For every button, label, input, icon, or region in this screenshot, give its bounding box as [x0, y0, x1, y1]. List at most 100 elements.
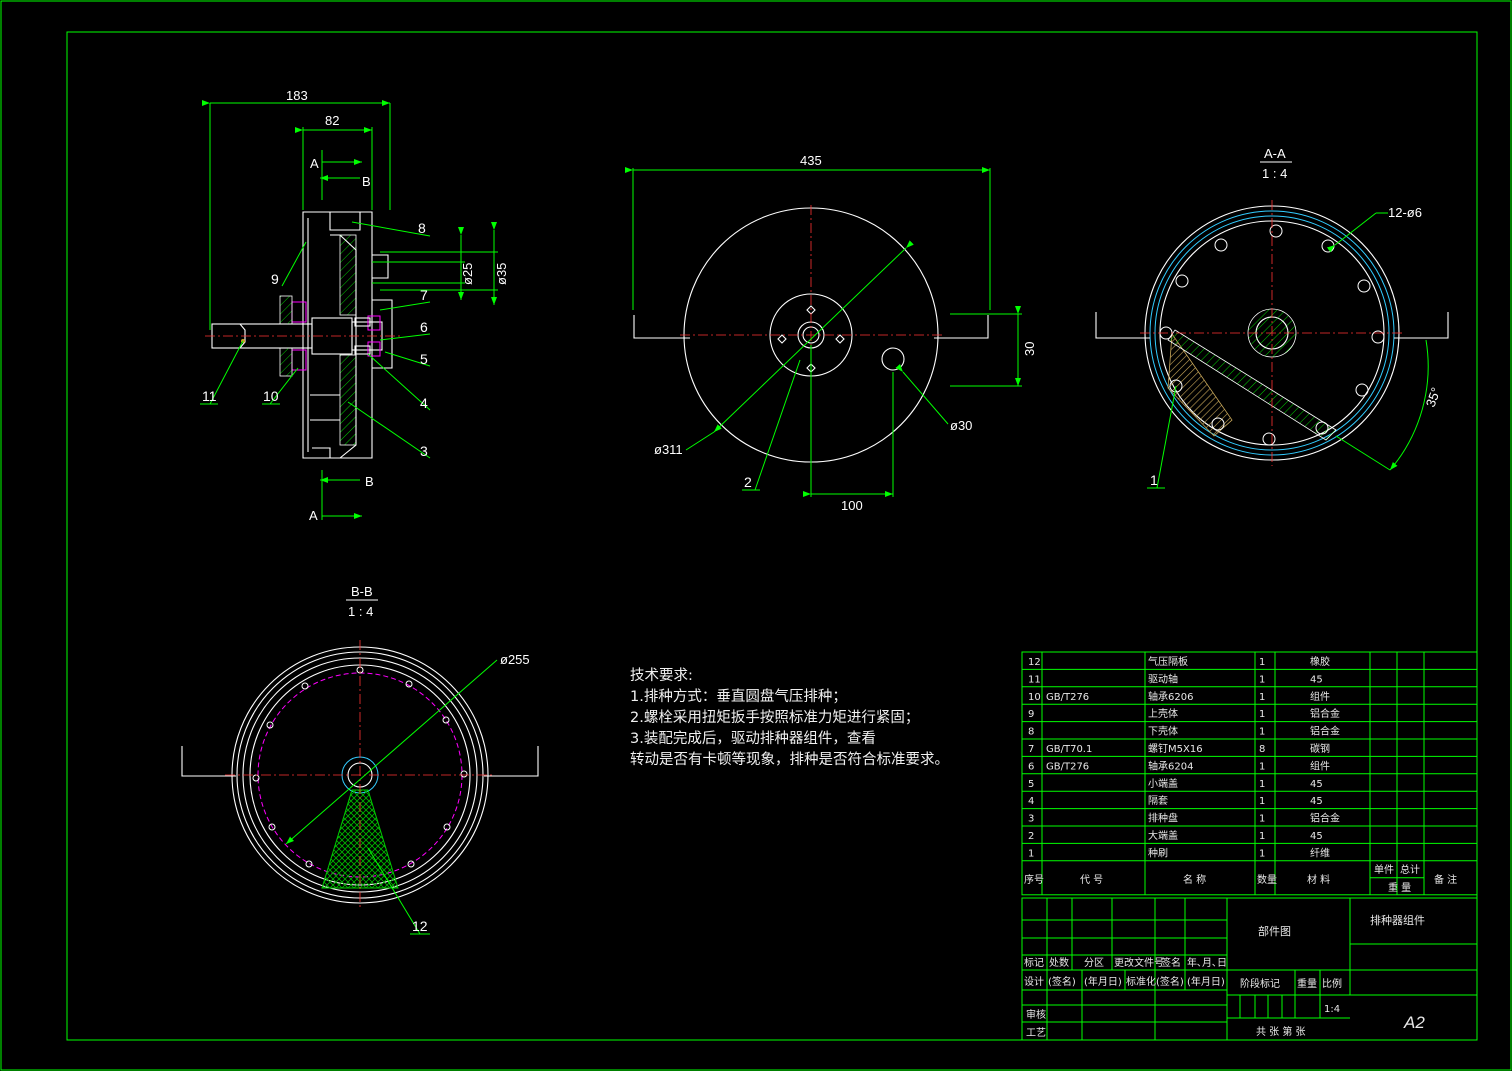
tb-sign1: (签名): [1048, 975, 1076, 988]
tech-heading: 技术要求:: [630, 668, 693, 684]
balloon-6: 6: [420, 319, 428, 335]
tb-date1: (年月日): [1084, 975, 1122, 988]
dim-d311: ø311: [654, 442, 683, 457]
balloon-11: 11: [202, 388, 217, 404]
bom-material: 45: [1310, 674, 1323, 685]
bom-material: 铝合金: [1310, 707, 1340, 720]
tb-date2: (年月日): [1187, 975, 1225, 988]
balloon-3: 3: [420, 443, 428, 459]
bom-name: 气压隔板: [1148, 655, 1188, 668]
bom-qty: 1: [1259, 814, 1265, 825]
bom-header-no: 序号: [1024, 873, 1044, 886]
bom-no: 11: [1028, 674, 1041, 685]
bom-header-material: 材 料: [1307, 873, 1330, 886]
tech-line-2: 2.螺栓采用扭矩扳手按照标准力矩进行紧固；: [630, 710, 920, 726]
bom-header-name: 名 称: [1183, 873, 1206, 886]
bom-no: 7: [1028, 744, 1034, 755]
bom-name: 驱动轴: [1148, 672, 1178, 685]
tech-line-3: 3.装配完成后，驱动排种器组件，查看: [630, 731, 876, 747]
bom-qty: 1: [1259, 761, 1265, 772]
dim-82: 82: [325, 113, 339, 128]
bom-name: 下壳体: [1148, 725, 1178, 738]
bom-material: 组件: [1310, 690, 1330, 703]
bom-qty: 1: [1259, 709, 1265, 720]
bom-no: 6: [1028, 761, 1034, 772]
balloon-1: 1: [1150, 472, 1158, 488]
bom-no: 8: [1028, 727, 1034, 738]
bom-no: 3: [1028, 814, 1034, 825]
bom-name: 隔套: [1148, 794, 1168, 807]
bom-header-weight: 重 量: [1388, 881, 1411, 894]
balloon-10: 10: [263, 388, 279, 404]
section-bb-scale: 1 : 4: [348, 604, 373, 619]
bom-qty: 1: [1259, 674, 1265, 685]
bom-material: 碳钢: [1310, 742, 1330, 755]
bom-no: 1: [1028, 848, 1034, 859]
tb-sign2: (签名): [1156, 975, 1184, 988]
tb-drawing-type: 部件图: [1258, 924, 1291, 938]
technical-requirements: 技术要求: 1.排种方式：垂直圆盘气压排种； 2.螺栓采用扭矩扳手按照标准力矩进行紧…: [630, 666, 949, 771]
section-mark-b-bottom: B: [365, 474, 374, 489]
balloon-8: 8: [418, 220, 426, 236]
bom-name: 螺钉M5X16: [1148, 743, 1203, 755]
side-view: 435 ø311 30 ø30 100 2: [625, 153, 1037, 513]
tb-review: 审核: [1026, 1008, 1046, 1021]
tb-weight: 重量: [1297, 977, 1317, 990]
dim-d35: ø35: [494, 263, 509, 285]
bom-header-remark: 备 注: [1434, 873, 1457, 886]
bom-qty: 1: [1259, 727, 1265, 738]
bom-name: 排种盘: [1148, 812, 1178, 825]
bom-qty: 1: [1259, 779, 1265, 790]
front-section-view: 183 82 A B B A ø25 ø35 8 9 7 6 5 11 10 4…: [200, 88, 509, 523]
bom-material: 铝合金: [1310, 725, 1340, 738]
balloon-9: 9: [271, 271, 279, 287]
bom-qty: 1: [1259, 848, 1265, 859]
title-block: 标记 处数 分区 更改文件号 签名 年､月､日 设计 (签名) (年月日) 标准…: [1021, 897, 1478, 1041]
tech-line-4: 转动是否有卡顿等现象，排种是否符合标准要求。: [630, 752, 949, 768]
tech-line-1: 1.排种方式：垂直圆盘气压排种；: [630, 689, 847, 705]
dim-183: 183: [286, 88, 308, 103]
dim-435: 435: [800, 153, 822, 168]
bom-qty: 1: [1259, 831, 1265, 842]
bom-no: 9: [1028, 709, 1034, 720]
section-mark-a-bottom: A: [309, 508, 318, 523]
tb-stage-mark: 阶段标记: [1240, 977, 1280, 990]
bom-header-unit: 单件: [1374, 864, 1394, 876]
bom-qty: 1: [1259, 692, 1265, 703]
balloon-2: 2: [744, 474, 752, 490]
section-aa-scale: 1 : 4: [1262, 166, 1287, 181]
section-bb-view: B-B 1 : 4 ø255 12: [181, 584, 539, 935]
bom-header-total: 总计: [1400, 863, 1420, 876]
tb-scale-value: 1:4: [1324, 1004, 1340, 1015]
bom-no: 12: [1028, 657, 1041, 668]
tb-title: 排种器组件: [1370, 913, 1425, 927]
tb-date: 年､月､日: [1187, 956, 1227, 969]
bom-name: 小端盖: [1148, 777, 1178, 790]
drawing-canvas: 183 82 A B B A ø25 ø35 8 9 7 6 5 11 10 4…: [0, 0, 1512, 1071]
balloon-7: 7: [420, 287, 428, 303]
balloon-5: 5: [420, 351, 428, 367]
bom-material: 铝合金: [1310, 812, 1340, 825]
bom-material: 纤维: [1310, 846, 1330, 859]
bom-table: 12 气压隔板 1 橡胶11 驱动轴 1 4510 GB/T276 轴承6206 1 组件9 上壳体 1…: [1021, 651, 1478, 896]
dim-d255: ø255: [500, 652, 530, 667]
dim-100: 100: [841, 498, 863, 513]
bom-material: 橡胶: [1310, 655, 1330, 668]
balloon-4: 4: [420, 395, 428, 411]
balloon-12: 12: [412, 918, 428, 934]
tb-count: 处数: [1049, 956, 1069, 969]
bom-header-qty: 数量: [1257, 873, 1277, 886]
bom-material: 45: [1310, 779, 1323, 790]
bom-material: 组件: [1310, 759, 1330, 772]
bom-no: 4: [1028, 796, 1034, 807]
section-aa-view: A-A 1 : 4 12-ø6 35° 1: [1095, 146, 1449, 489]
bom-no: 2: [1028, 831, 1034, 842]
tb-process: 工艺: [1026, 1027, 1046, 1039]
bom-no: 10: [1028, 692, 1041, 703]
dim-hole-d30: ø30: [950, 418, 972, 433]
bom-name: 轴承6204: [1148, 759, 1193, 772]
bom-qty: 1: [1259, 657, 1265, 668]
bom-name: 上壳体: [1148, 707, 1178, 720]
tb-sheet-size: A2: [1403, 1013, 1425, 1032]
bom-name: 种刷: [1148, 846, 1168, 859]
